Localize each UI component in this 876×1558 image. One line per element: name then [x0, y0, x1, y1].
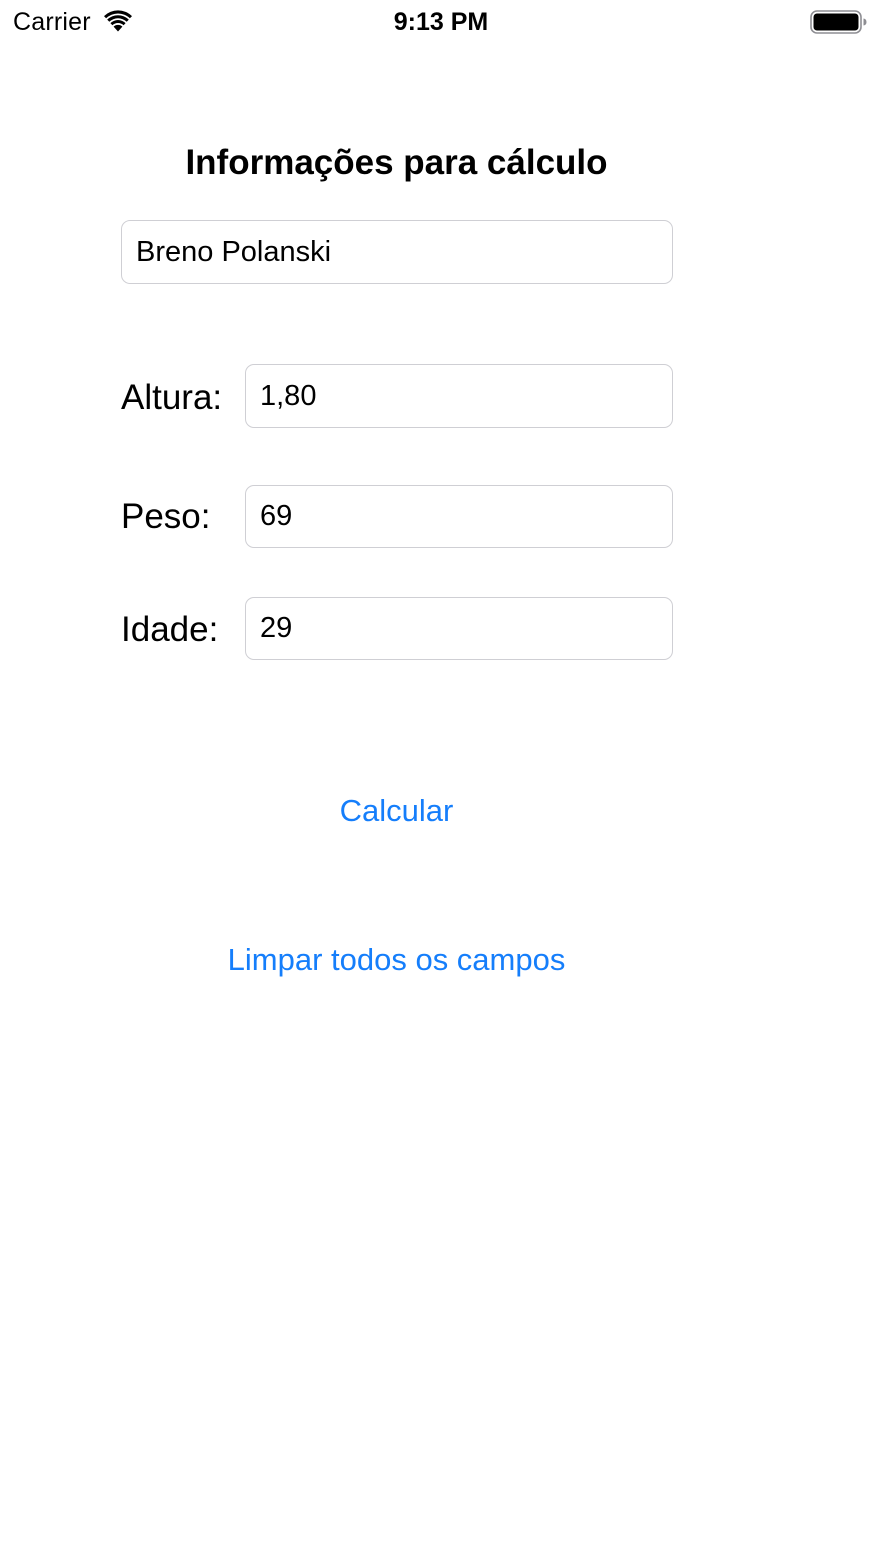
form-title: Informações para cálculo: [185, 143, 608, 182]
status-time: 9:13 PM: [393, 8, 489, 36]
calculate-button[interactable]: Calcular: [0, 791, 793, 831]
weight-label: Peso:: [121, 497, 211, 536]
height-label: Altura:: [121, 378, 223, 417]
clear-all-fields-button[interactable]: Limpar todos os campos: [0, 940, 793, 980]
age-label: Idade:: [121, 610, 219, 649]
battery-icon: [810, 10, 868, 34]
height-field[interactable]: [245, 364, 673, 428]
weight-field[interactable]: [245, 485, 673, 548]
status-bar: Carrier 9:13 PM: [0, 0, 876, 44]
name-field[interactable]: [121, 220, 673, 284]
age-field[interactable]: [245, 597, 673, 660]
